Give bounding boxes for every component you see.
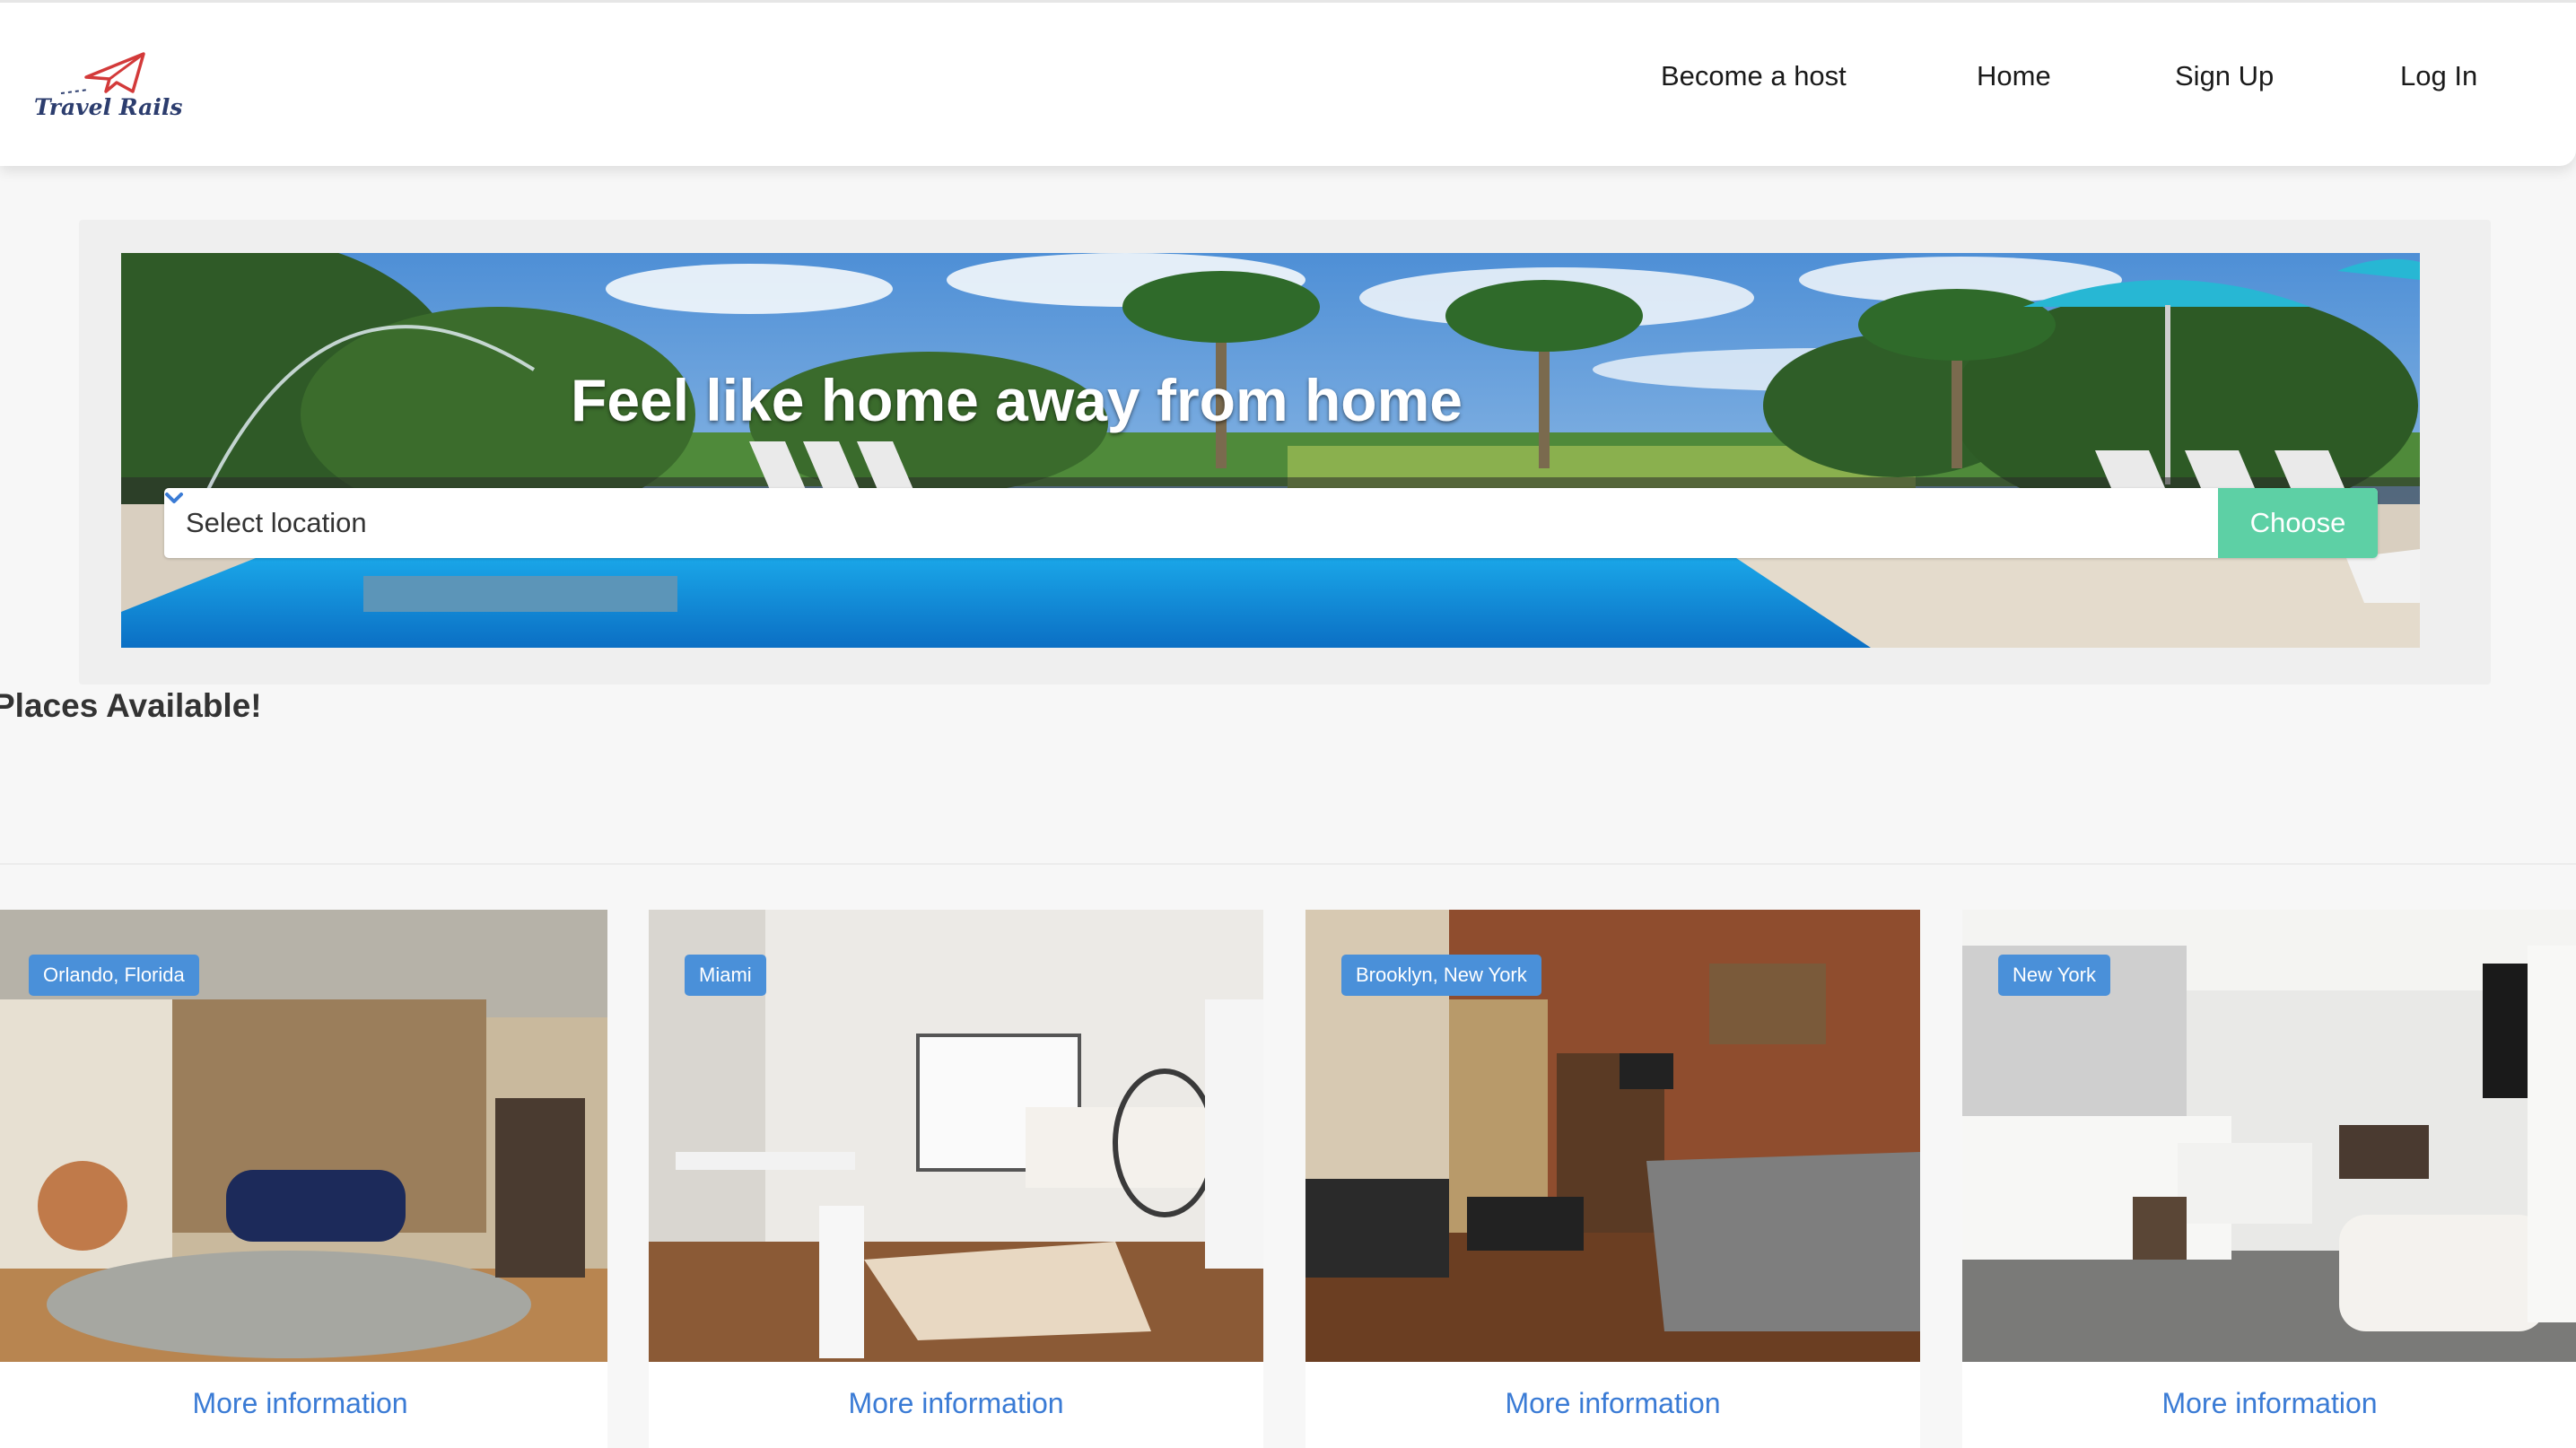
more-info-link[interactable]: More information [0,1387,607,1420]
listing-image[interactable]: Miami [649,910,1263,1362]
section-divider [0,863,2576,865]
choose-button[interactable]: Choose [2218,488,2378,558]
more-info-link[interactable]: More information [1962,1387,2576,1420]
travel-rails-logo[interactable]: Travel Rails [34,52,187,133]
chevron-down-icon [165,493,183,503]
nav-home[interactable]: Home [1977,60,2051,92]
listing-image[interactable]: New York [1962,910,2576,1362]
paper-plane-icon [60,52,145,94]
hero-container: Feel like home away from home Select loc… [79,220,2491,685]
listing-card-orlando[interactable]: Orlando, Florida More information [0,910,607,1448]
listing-image[interactable]: Brooklyn, New York [1305,910,1920,1362]
more-info-link[interactable]: More information [649,1387,1263,1420]
location-search-bar: Select location Choose [164,488,2378,558]
more-info-link[interactable]: More information [1305,1387,1920,1420]
listing-card-new-york[interactable]: New York More information [1962,910,2576,1448]
location-select[interactable]: Select location [164,488,2218,558]
logo-text: Travel Rails [34,94,183,120]
location-select-value: Select location [186,507,367,538]
nav-sign-up[interactable]: Sign Up [2175,60,2274,92]
section-title: Places Available! [0,687,262,724]
nav-log-in[interactable]: Log In [2400,60,2477,92]
hero-banner: Feel like home away from home Select loc… [121,253,2420,648]
location-badge: Orlando, Florida [29,955,199,996]
location-badge: New York [1998,955,2110,996]
location-badge: Miami [685,955,766,996]
listing-card-miami[interactable]: Miami More information [649,910,1263,1448]
navbar: Travel Rails Become a host Home Sign Up … [0,0,2576,166]
location-badge: Brooklyn, New York [1341,955,1541,996]
listing-card-brooklyn[interactable]: Brooklyn, New York More information [1305,910,1920,1448]
hero-background-image [121,253,2420,648]
listing-image[interactable]: Orlando, Florida [0,910,607,1362]
nav-become-host[interactable]: Become a host [1661,60,1847,92]
hero-title: Feel like home away from home [571,367,1463,433]
